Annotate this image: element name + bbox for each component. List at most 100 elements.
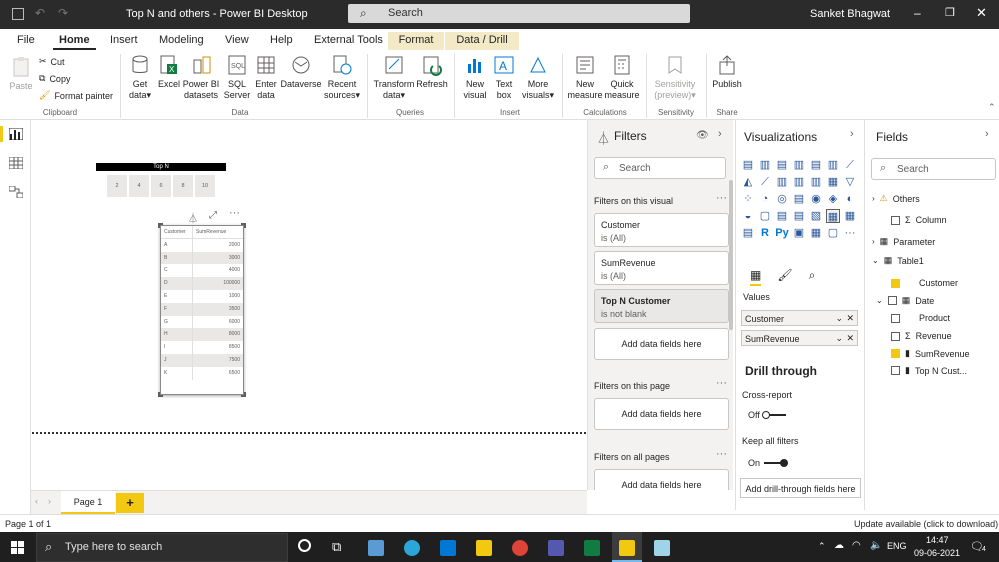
- restore-icon[interactable]: ❐: [945, 6, 955, 19]
- visual-type-icon[interactable]: ◭: [741, 175, 755, 189]
- add-drill-through-dropzone[interactable]: Add drill-through fields here: [740, 478, 861, 498]
- volume-icon[interactable]: 🔈: [870, 540, 882, 551]
- chrome-icon[interactable]: [512, 540, 528, 556]
- visual-type-icon[interactable]: ◎: [775, 192, 789, 206]
- collapse-ribbon-icon[interactable]: ⌃: [988, 102, 996, 113]
- field-table-parameter[interactable]: › ▦ Parameter: [872, 236, 935, 247]
- wifi-icon[interactable]: ◠: [852, 540, 861, 551]
- format-paintbrush-icon[interactable]: 🖌: [777, 268, 792, 286]
- visual-type-icon[interactable]: ▤: [741, 226, 755, 240]
- filter-card-sumrevenue[interactable]: SumRevenue is (All): [594, 251, 729, 285]
- filter-card-customer[interactable]: Customer is (All): [594, 213, 729, 247]
- values-well-customer[interactable]: Customer ⌄ ✕: [741, 310, 858, 326]
- tab-format[interactable]: Format: [388, 32, 444, 50]
- visual-type-icon[interactable]: ▤: [792, 209, 806, 223]
- more-options-icon[interactable]: ···: [229, 207, 240, 219]
- fields-tab-icon[interactable]: ▦: [750, 268, 762, 286]
- column-header-sumrevenue[interactable]: SumRevenue: [193, 226, 243, 238]
- visual-type-icon[interactable]: Py: [775, 226, 789, 240]
- table-row[interactable]: G 6000: [161, 315, 243, 329]
- save-icon[interactable]: [12, 8, 24, 20]
- table-row[interactable]: E 1000: [161, 289, 243, 303]
- field-sumrevenue[interactable]: ▮ SumRevenue: [891, 348, 970, 359]
- tab-file[interactable]: File: [11, 32, 41, 50]
- tab-external-tools[interactable]: External Tools: [308, 32, 389, 50]
- visual-type-icon[interactable]: ▤: [809, 158, 823, 172]
- field-top-n-customer[interactable]: ▮ Top N Cust...: [891, 365, 967, 376]
- enter-data-button[interactable]: Enter data: [253, 54, 279, 101]
- visual-type-icon[interactable]: ▥: [809, 175, 823, 189]
- field-date[interactable]: ⌄ ▦ Date: [876, 295, 934, 306]
- file-explorer-icon[interactable]: [476, 540, 492, 556]
- clock-date[interactable]: 09-06-2021: [914, 548, 960, 558]
- add-fields-page-dropzone[interactable]: Add data fields here: [594, 398, 729, 430]
- sensitivity-button[interactable]: Sensitivity (preview)▾: [651, 54, 699, 101]
- cut-button[interactable]: ✂ Cut: [39, 56, 65, 67]
- eye-icon[interactable]: 👁: [696, 130, 709, 141]
- visual-type-icon[interactable]: ▥: [758, 158, 772, 172]
- task-view-icon[interactable]: ⧉: [332, 539, 341, 555]
- refresh-button[interactable]: Refresh: [416, 54, 448, 90]
- checkbox[interactable]: [887, 296, 897, 305]
- excel-button[interactable]: X Excel: [156, 54, 182, 90]
- table-row[interactable]: C 4000: [161, 264, 243, 278]
- publish-button[interactable]: Publish: [710, 54, 744, 90]
- edge-icon[interactable]: [404, 540, 420, 556]
- taskbar-search-input[interactable]: ⌕ Type here to search: [36, 533, 288, 562]
- table-row[interactable]: A 2000: [161, 238, 243, 252]
- visual-type-icon[interactable]: ▥: [792, 175, 806, 189]
- filters-search-input[interactable]: ⌕ Search: [594, 157, 726, 179]
- visual-type-icon[interactable]: ▤: [775, 158, 789, 172]
- visual-type-icon[interactable]: ◔: [758, 192, 772, 206]
- tab-data-drill[interactable]: Data / Drill: [445, 32, 519, 50]
- tab-home[interactable]: Home: [53, 32, 96, 50]
- visual-type-icon[interactable]: ▤: [775, 209, 789, 223]
- sql-server-button[interactable]: SQL SQL Server: [222, 54, 252, 101]
- visual-type-icon[interactable]: ⟋: [843, 158, 857, 172]
- get-data-button[interactable]: Get data▾: [124, 54, 156, 101]
- slicer-option[interactable]: 6: [151, 175, 171, 197]
- text-box-button[interactable]: A Text box: [490, 54, 518, 101]
- chevron-left-icon[interactable]: ‹: [35, 496, 38, 506]
- tray-chevron-icon[interactable]: ⌃: [818, 541, 826, 552]
- field-product[interactable]: Product: [891, 313, 950, 323]
- checkbox[interactable]: [891, 366, 900, 375]
- visual-type-icon[interactable]: ▥: [792, 158, 806, 172]
- cross-report-toggle[interactable]: Off: [748, 410, 786, 420]
- visual-type-icon[interactable]: ▤: [741, 158, 755, 172]
- visual-type-icon[interactable]: ▽: [843, 175, 857, 189]
- visual-type-icon[interactable]: ▢: [826, 226, 840, 240]
- add-fields-all-pages-dropzone[interactable]: Add data fields here: [594, 469, 729, 490]
- visual-type-icon[interactable]: ▦: [826, 175, 840, 189]
- copy-button[interactable]: ⧉ Copy: [39, 73, 70, 84]
- field-revenue[interactable]: Σ Revenue: [891, 331, 952, 341]
- add-fields-visual-dropzone[interactable]: Add data fields here: [594, 328, 729, 360]
- chevron-right-icon[interactable]: ›: [872, 194, 875, 203]
- tab-modeling[interactable]: Modeling: [153, 32, 210, 50]
- app-icon[interactable]: [654, 540, 670, 556]
- recent-sources-button[interactable]: Recent sources▾: [322, 54, 362, 101]
- analytics-icon[interactable]: ⌕: [809, 268, 816, 286]
- checkbox[interactable]: [891, 349, 900, 358]
- field-column[interactable]: Σ Column: [891, 215, 947, 225]
- redo-icon[interactable]: ↷: [58, 6, 68, 20]
- table-row[interactable]: K 6500: [161, 366, 243, 380]
- slicer-option[interactable]: 10: [195, 175, 215, 197]
- table-row[interactable]: B 3000: [161, 251, 243, 265]
- table-row[interactable]: F 3500: [161, 302, 243, 316]
- tab-help[interactable]: Help: [264, 32, 299, 50]
- more-visuals-button[interactable]: More visuals▾: [518, 54, 558, 101]
- table-row[interactable]: J 7500: [161, 353, 243, 367]
- clock-time[interactable]: 14:47: [926, 535, 949, 545]
- values-well-sumrevenue[interactable]: SumRevenue ⌄ ✕: [741, 330, 858, 346]
- pbi-datasets-button[interactable]: Power BI datasets: [183, 54, 221, 101]
- visual-type-icon[interactable]: ◐: [843, 192, 857, 206]
- visual-type-icon[interactable]: ···: [843, 226, 857, 240]
- visual-type-icon[interactable]: ▣: [792, 226, 806, 240]
- slicer-option[interactable]: 8: [173, 175, 193, 197]
- page-tab-page1[interactable]: Page 1: [61, 491, 115, 515]
- keep-all-filters-toggle[interactable]: On: [748, 458, 789, 468]
- checkbox[interactable]: [891, 215, 900, 225]
- minimize-icon[interactable]: –: [914, 6, 921, 20]
- visual-type-icon[interactable]: ▦: [809, 226, 823, 240]
